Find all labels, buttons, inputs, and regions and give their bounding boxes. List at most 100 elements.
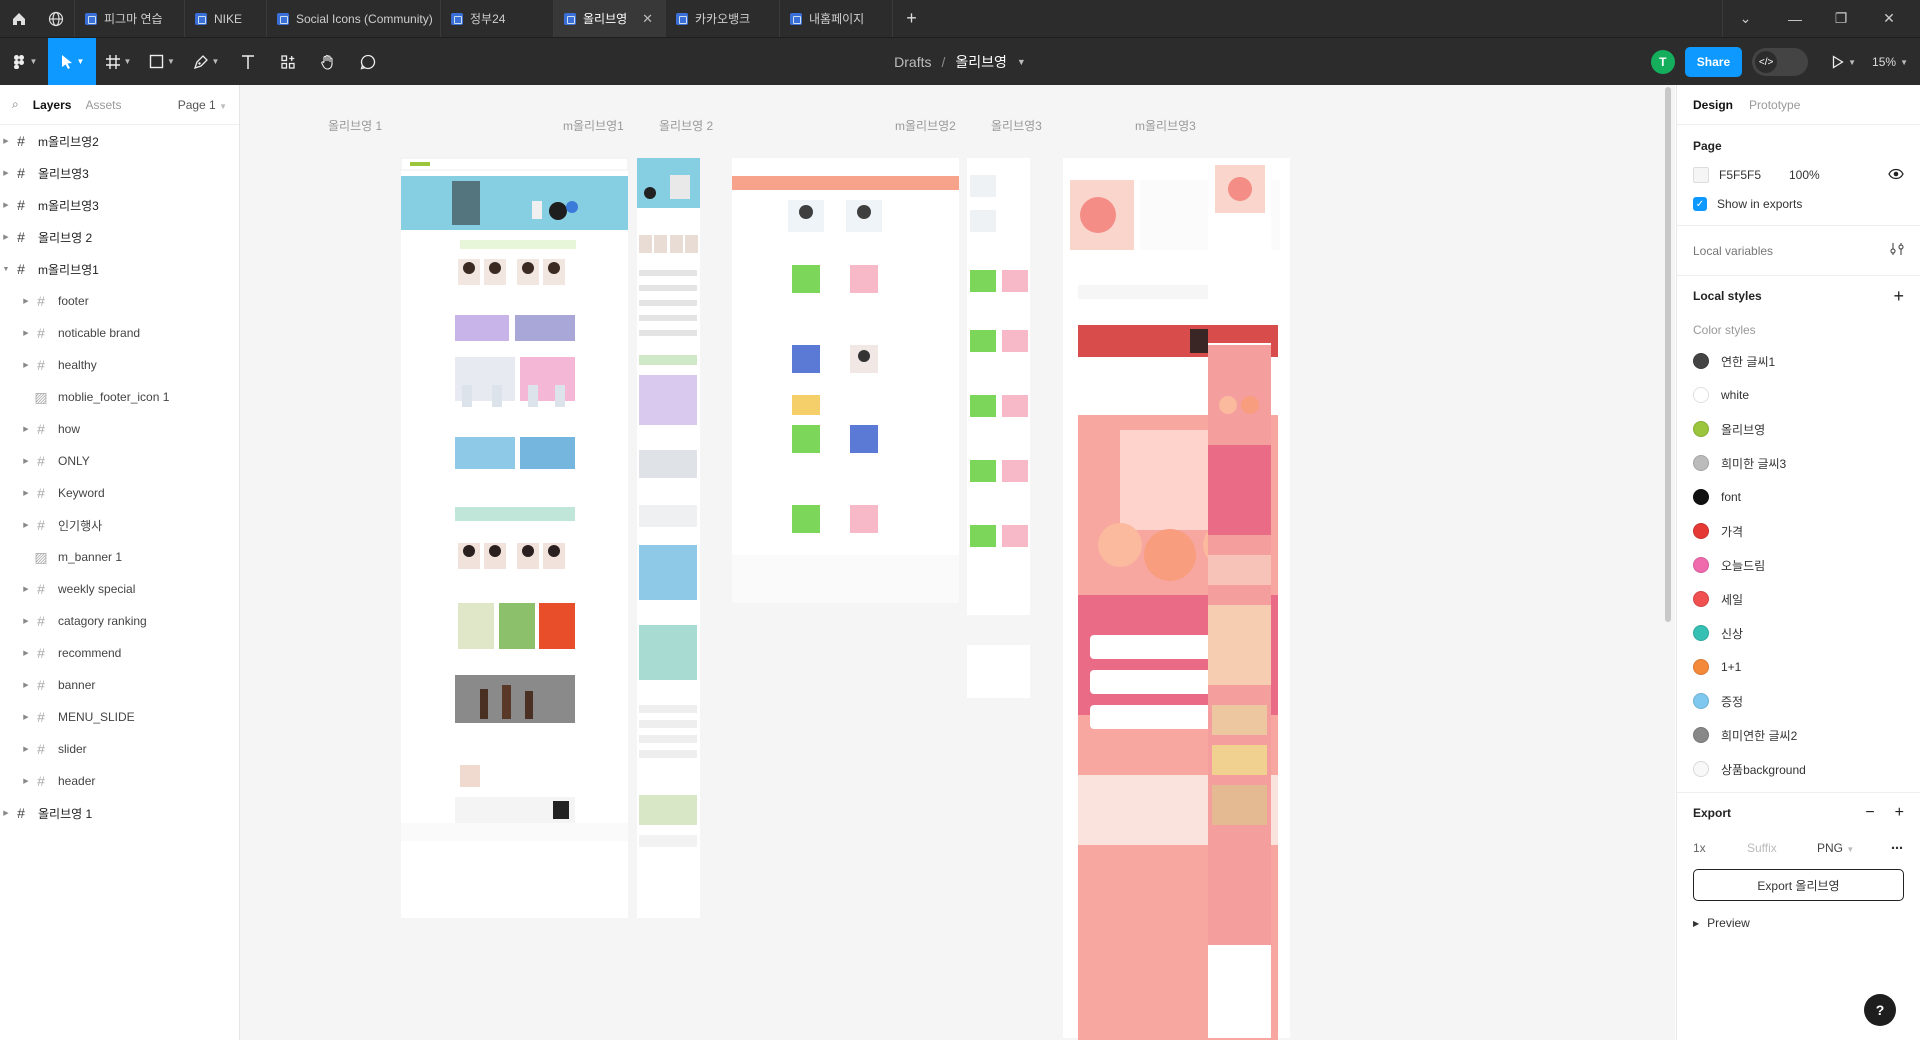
layer-row[interactable]: ▶ # healthy <box>0 349 239 381</box>
eye-icon[interactable] <box>1888 168 1904 183</box>
comment-tool-button[interactable] <box>348 38 388 86</box>
tab-file[interactable]: 내홈페이지 <box>779 0 893 37</box>
layer-row[interactable]: ▶ # Keyword <box>0 477 239 509</box>
frame-preview-olive2[interactable] <box>732 158 959 603</box>
tab-file[interactable]: Social Icons (Community) <box>266 0 440 37</box>
chevron-right-icon[interactable]: ▶ <box>20 457 32 465</box>
variables-settings-icon[interactable] <box>1890 242 1904 259</box>
page-color-swatch[interactable] <box>1693 167 1709 183</box>
color-style-row[interactable]: 상품background <box>1693 752 1904 786</box>
color-style-row[interactable]: 증정 <box>1693 684 1904 718</box>
pen-tool-button[interactable]: ▼ <box>184 38 228 86</box>
layer-row[interactable]: ▶ # noticable brand <box>0 317 239 349</box>
chevron-right-icon[interactable]: ▶ <box>0 809 12 817</box>
color-style-row[interactable]: 희미연한 글씨2 <box>1693 718 1904 752</box>
layer-row[interactable]: ▶ # 올리브영3 <box>0 157 239 189</box>
tab-file[interactable]: 정부24 <box>440 0 553 37</box>
export-suffix-input[interactable]: Suffix <box>1747 841 1817 855</box>
add-style-icon[interactable]: + <box>1893 286 1904 307</box>
restore-icon[interactable]: ❐ <box>1818 0 1864 37</box>
layer-row[interactable]: ▶ # how <box>0 413 239 445</box>
move-tool-button[interactable]: ▼ <box>48 37 96 86</box>
tab-file[interactable]: 피그마 연습 <box>74 0 184 37</box>
share-button[interactable]: Share <box>1684 47 1743 77</box>
chevron-right-icon[interactable]: ▶ <box>0 169 12 177</box>
canvas-scrollbar[interactable] <box>1665 87 1671 622</box>
hand-tool-button[interactable] <box>308 38 348 86</box>
chevron-right-icon[interactable]: ▶ <box>20 489 32 497</box>
minimize-icon[interactable]: — <box>1772 0 1818 37</box>
color-style-row[interactable]: 올리브영 <box>1693 412 1904 446</box>
shape-tool-button[interactable]: ▼ <box>140 38 184 86</box>
frame-preview-m-olive3[interactable] <box>1208 158 1271 1038</box>
tab-design[interactable]: Design <box>1693 98 1733 112</box>
frame-label[interactable]: m올리브영2 <box>895 117 956 134</box>
layer-row[interactable]: ▶ # catagory ranking <box>0 605 239 637</box>
chevron-right-icon[interactable]: ▶ <box>20 297 32 305</box>
help-button[interactable]: ? <box>1864 994 1896 1026</box>
close-icon[interactable]: ✕ <box>642 11 653 27</box>
layer-row[interactable]: ▶ # m올리브영3 <box>0 189 239 221</box>
new-tab-plus-icon[interactable]: + <box>893 0 930 37</box>
canvas[interactable]: 올리브영 1 m올리브영1 올리브영 2 m올리브영2 올리브영3 m올리브영3 <box>240 85 1675 1040</box>
more-options-icon[interactable]: ⋯ <box>1891 841 1904 855</box>
chevron-down-icon[interactable]: ⌄ <box>1722 0 1768 37</box>
chevron-right-icon[interactable]: ▶ <box>0 137 12 145</box>
chevron-down-icon[interactable]: ▼ <box>1017 57 1026 67</box>
layer-row[interactable]: ▶ # footer <box>0 285 239 317</box>
layer-row[interactable]: ▶ # MENU_SLIDE <box>0 701 239 733</box>
frame-preview-olive1[interactable] <box>400 157 629 918</box>
search-icon[interactable]: ⌕ <box>12 97 19 112</box>
zoom-menu[interactable]: 15% ▼ <box>1872 55 1908 69</box>
layer-row[interactable]: ▶ # header <box>0 765 239 797</box>
page-color-hex[interactable]: F5F5F5 <box>1719 168 1779 182</box>
layer-row[interactable]: ▶ # slider <box>0 733 239 765</box>
export-scale[interactable]: 1x <box>1693 841 1747 855</box>
tab-file[interactable]: 카카오뱅크 <box>665 0 779 37</box>
breadcrumb-drafts[interactable]: Drafts <box>894 54 931 70</box>
chevron-right-icon[interactable]: ▶ <box>0 233 12 241</box>
color-style-row[interactable]: white <box>1693 378 1904 412</box>
tab-assets[interactable]: Assets <box>85 98 121 112</box>
chevron-right-icon[interactable]: ▶ <box>20 329 32 337</box>
add-export-icon[interactable]: + <box>1895 804 1904 822</box>
layer-row[interactable]: ▨ moblie_footer_icon 1 <box>0 381 239 413</box>
export-button[interactable]: Export 올리브영 <box>1693 869 1904 901</box>
show-in-exports-checkbox[interactable]: ✓ <box>1693 197 1707 211</box>
chevron-right-icon[interactable]: ▶ <box>0 201 12 209</box>
chevron-right-icon[interactable]: ▶ <box>20 649 32 657</box>
text-tool-button[interactable] <box>228 38 268 86</box>
remove-export-icon[interactable]: − <box>1865 804 1874 822</box>
avatar[interactable]: T <box>1650 50 1675 74</box>
frame-label[interactable]: 올리브영3 <box>991 117 1042 134</box>
chevron-right-icon[interactable]: ▶ <box>20 425 32 433</box>
window-close-icon[interactable]: ✕ <box>1866 0 1912 37</box>
chevron-right-icon[interactable]: ▶ <box>20 745 32 753</box>
present-button[interactable]: ▼ <box>1832 55 1856 69</box>
layer-row[interactable]: ▨ m_banner 1 <box>0 541 239 573</box>
tab-file[interactable]: NIKE <box>184 0 266 37</box>
color-style-row[interactable]: 가격 <box>1693 514 1904 548</box>
frame-preview-m-olive1[interactable] <box>637 158 700 918</box>
preview-toggle[interactable]: ▶ Preview <box>1693 911 1904 935</box>
layer-row[interactable]: ▶ # ONLY <box>0 445 239 477</box>
color-style-row[interactable]: 신상 <box>1693 616 1904 650</box>
community-globe-icon[interactable] <box>37 0 74 37</box>
page-opacity[interactable]: 100% <box>1789 168 1820 182</box>
main-menu-button[interactable]: ▼ <box>0 38 48 86</box>
layer-row[interactable]: ▶ # 올리브영 2 <box>0 221 239 253</box>
frame-label[interactable]: m올리브영1 <box>563 117 624 134</box>
color-style-row[interactable]: 1+1 <box>1693 650 1904 684</box>
layer-row[interactable]: ▼ # m올리브영1 <box>0 253 239 285</box>
chevron-right-icon[interactable]: ▶ <box>20 681 32 689</box>
chevron-right-icon[interactable]: ▶ <box>20 521 32 529</box>
layer-row[interactable]: ▶ # banner <box>0 669 239 701</box>
frame-tool-button[interactable]: ▼ <box>96 38 140 86</box>
layer-row[interactable]: ▶ # 인기행사 <box>0 509 239 541</box>
layer-row[interactable]: ▶ # weekly special <box>0 573 239 605</box>
chevron-right-icon[interactable]: ▶ <box>20 713 32 721</box>
local-variables-label[interactable]: Local variables <box>1693 244 1773 258</box>
tab-layers[interactable]: Layers <box>33 98 72 112</box>
frame-label[interactable]: m올리브영3 <box>1135 117 1196 134</box>
dev-mode-toggle[interactable]: </> <box>1752 48 1809 76</box>
